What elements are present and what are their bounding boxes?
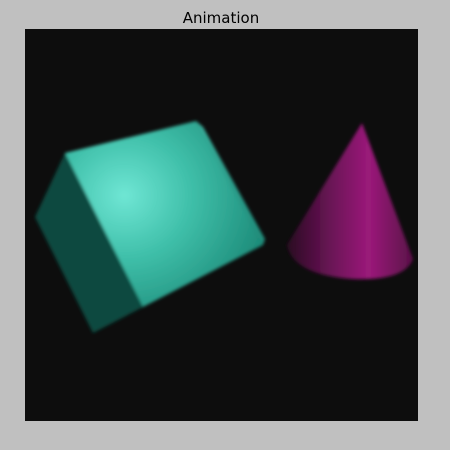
animation-window: Animation xyxy=(0,0,450,450)
scene-canvas xyxy=(35,121,413,333)
window-title: Animation xyxy=(182,9,260,27)
cube-object xyxy=(35,121,265,333)
cone-body xyxy=(287,123,413,280)
cone-object xyxy=(287,123,413,280)
render-viewport[interactable] xyxy=(25,29,418,421)
